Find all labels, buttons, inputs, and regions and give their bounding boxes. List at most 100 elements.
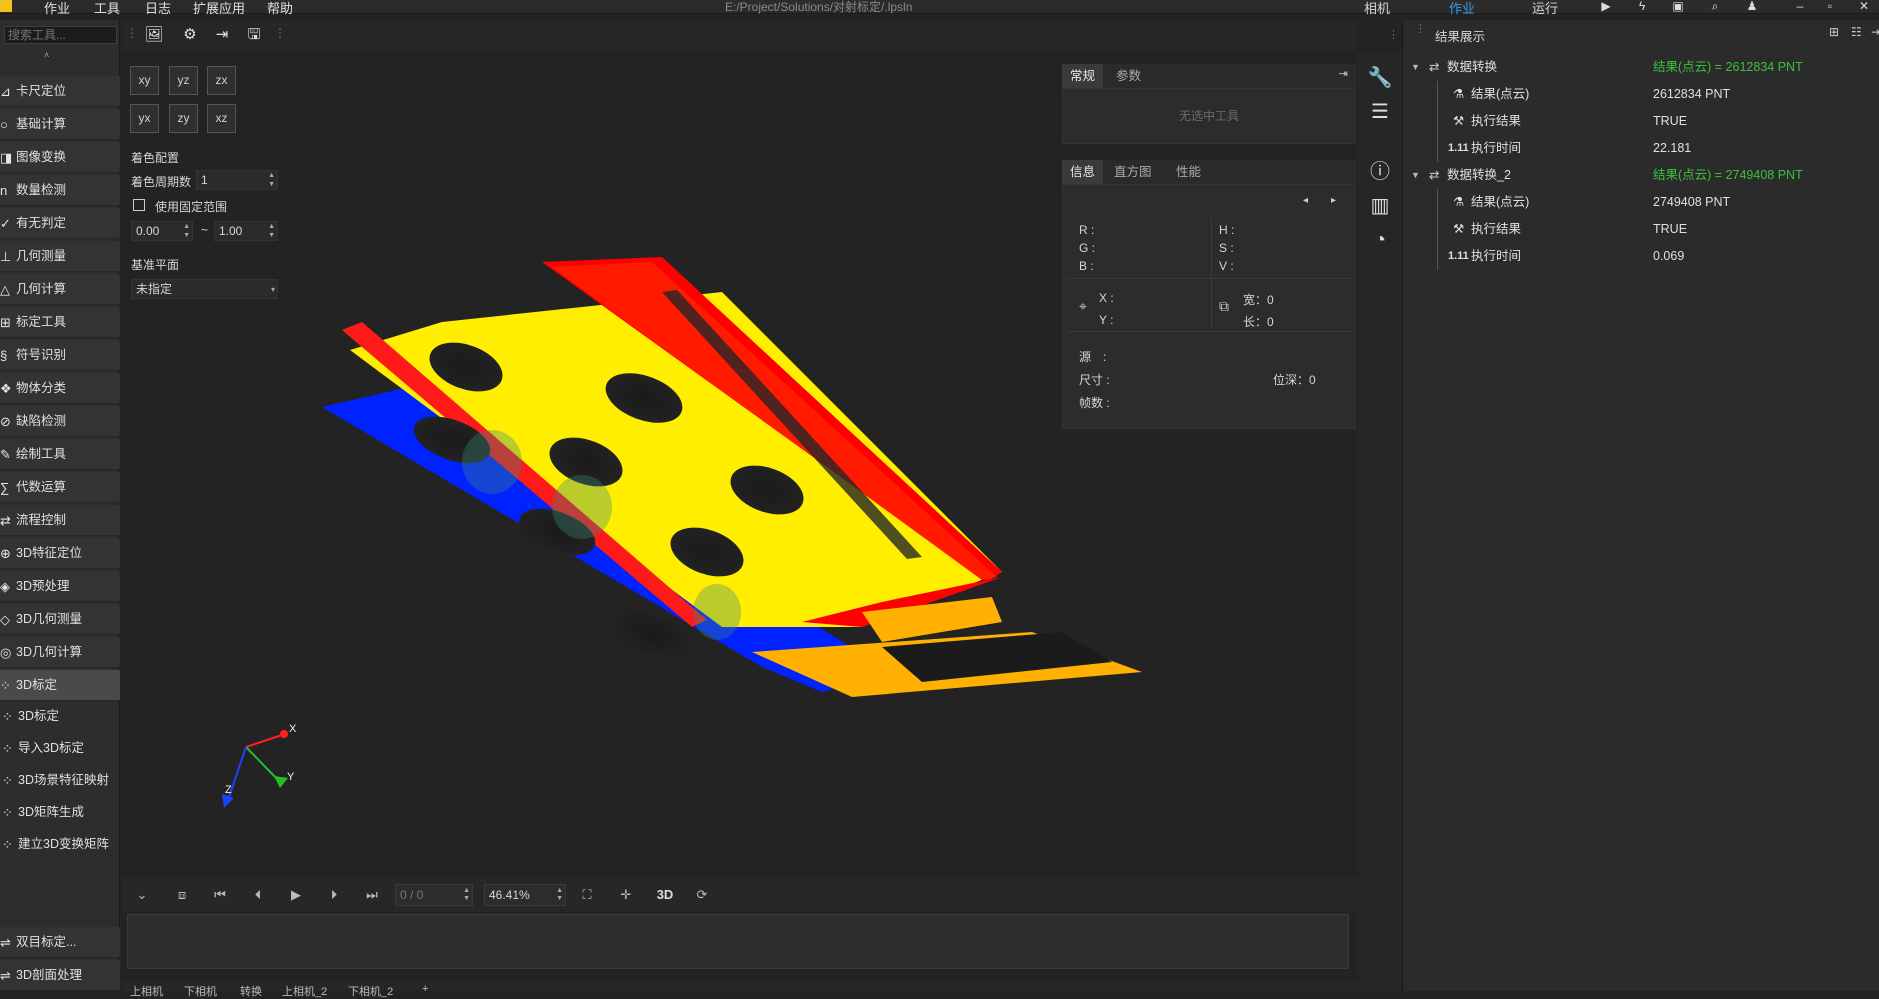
tool-item[interactable]: ⁘ 建立3D变换矩阵 xyxy=(0,829,120,860)
tab-run[interactable]: 运行 xyxy=(1532,0,1558,17)
pin-icon[interactable]: ⇥ xyxy=(1339,67,1348,80)
tool-category[interactable]: § 符号识别 xyxy=(0,340,120,371)
spinner-arrows-icon[interactable]: ▲ ▼ xyxy=(183,222,190,240)
tool-search-input[interactable] xyxy=(4,26,117,44)
tool-category[interactable]: ∑ 代数运算 xyxy=(0,472,120,503)
tool-category[interactable]: ○ 基础计算 xyxy=(0,109,120,140)
tool-item[interactable]: ⁘ 3D标定 xyxy=(0,701,120,732)
lightning-icon[interactable]: ϟ xyxy=(1634,0,1650,13)
refresh-icon[interactable]: ⟳ xyxy=(692,886,712,904)
tool-item[interactable]: ⁘ 3D场景特征映射 xyxy=(0,765,120,796)
view-zy-button[interactable]: zy xyxy=(169,104,198,133)
tool-category[interactable]: ⊕ 3D特征定位 xyxy=(0,538,120,569)
tool-category[interactable]: ⊞ 标定工具 xyxy=(0,307,120,338)
tool-category[interactable]: ⇌ 双目标定... xyxy=(0,927,120,958)
center-icon[interactable]: ✛ xyxy=(616,886,636,904)
result-group-row[interactable]: ▼ ⇄ 数据转换 结果(点云) = 2612834 PNT xyxy=(1403,54,1879,81)
folder-icon[interactable]: ⊞ xyxy=(1829,25,1839,39)
prev-frame-icon[interactable]: ⏴ xyxy=(248,886,268,904)
chevron-down-icon[interactable]: ▼ xyxy=(1411,54,1420,81)
view-yx-button[interactable]: yx xyxy=(130,104,159,133)
collapse-icon[interactable]: ⌄ xyxy=(132,886,152,904)
menu-help[interactable]: 帮助 xyxy=(267,0,293,17)
result-row[interactable]: 1.11 执行时间 22.181 xyxy=(1403,135,1879,162)
gauge-icon[interactable]: ◔ xyxy=(1366,226,1394,254)
chevron-down-icon[interactable]: ▾ xyxy=(271,285,275,294)
zoom-input[interactable]: 46.41% ▲ ▼ xyxy=(484,884,566,906)
next-icon[interactable]: ▸ xyxy=(1331,195,1336,206)
user-icon[interactable]: ♟ xyxy=(1744,0,1760,13)
tool-category[interactable]: ◨ 图像变换 xyxy=(0,142,120,173)
tool-category[interactable]: ◇ 3D几何测量 xyxy=(0,604,120,635)
range-max-spinner[interactable]: 1.00 ▲ ▼ xyxy=(214,221,278,241)
spinner-arrows-icon[interactable]: ▲ ▼ xyxy=(268,171,275,189)
histogram-icon[interactable]: ▥ xyxy=(1366,192,1394,220)
tool-category[interactable]: ❖ 物体分类 xyxy=(0,373,120,404)
tool-item[interactable]: ⁘ 3D矩阵生成 xyxy=(0,797,120,828)
tab-add[interactable]: + xyxy=(422,983,428,995)
spinner-arrows-icon[interactable]: ▲ ▼ xyxy=(556,887,563,903)
result-row[interactable]: ⚒ 执行结果 TRUE xyxy=(1403,216,1879,243)
tool-category[interactable]: ⊘ 缺陷检测 xyxy=(0,406,120,437)
gear-icon[interactable]: ⚙ xyxy=(178,24,202,46)
fixed-range-checkbox[interactable] xyxy=(133,199,145,211)
result-row[interactable]: ⚗ 结果(点云) 2749408 PNT xyxy=(1403,189,1879,216)
images-icon[interactable]: ⧈ xyxy=(172,886,192,904)
tab-params[interactable]: 参数 xyxy=(1108,64,1149,88)
pin-icon[interactable]: ⇥ xyxy=(1871,25,1879,39)
tool-category[interactable]: n 数量检测 xyxy=(0,175,120,206)
chevron-down-icon[interactable]: ▼ xyxy=(1411,162,1420,189)
tab-transform[interactable]: 转换 xyxy=(240,983,262,999)
tab-lower-camera-2[interactable]: 下相机_2 xyxy=(348,983,393,999)
menu-tools[interactable]: 工具 xyxy=(94,0,120,17)
next-frame-icon[interactable]: ⏵ xyxy=(324,886,344,904)
range-min-spinner[interactable]: 0.00 ▲ ▼ xyxy=(131,221,193,241)
tool-category[interactable]: ✓ 有无判定 xyxy=(0,208,120,239)
save-view-icon[interactable]: 🖫 xyxy=(242,24,266,46)
tool-category[interactable]: ⇌ 3D剖面处理 xyxy=(0,960,120,991)
tool-category[interactable]: ◎ 3D几何计算 xyxy=(0,637,120,668)
menu-log[interactable]: 日志 xyxy=(145,0,171,17)
prev-icon[interactable]: ◂ xyxy=(1303,195,1308,206)
tool-category[interactable]: ⇄ 流程控制 xyxy=(0,505,120,536)
result-group-row[interactable]: ▼ ⇄ 数据转换_2 结果(点云) = 2749408 PNT xyxy=(1403,162,1879,189)
maximize-icon[interactable]: ▫ xyxy=(1822,0,1838,13)
result-row[interactable]: 1.11 执行时间 0.069 xyxy=(1403,243,1879,270)
tab-upper-camera-2[interactable]: 上相机_2 xyxy=(282,983,327,999)
tool-category[interactable]: ⁘ 3D标定 xyxy=(0,670,120,701)
tab-info[interactable]: 信息 xyxy=(1062,160,1104,184)
tab-histogram[interactable]: 直方图 xyxy=(1106,160,1160,184)
tab-job[interactable]: 作业 xyxy=(1449,0,1475,17)
tool-category[interactable]: ◈ 3D预处理 xyxy=(0,571,120,602)
spinner-arrows-icon[interactable]: ▲ ▼ xyxy=(268,222,275,240)
tool-category[interactable]: ✎ 绘制工具 xyxy=(0,439,120,470)
menu-job[interactable]: 作业 xyxy=(44,0,70,17)
search-icon[interactable]: ⌕ xyxy=(1707,0,1723,13)
first-frame-icon[interactable]: ⏮ xyxy=(210,886,230,904)
tool-category[interactable]: ⊥ 几何测量 xyxy=(0,241,120,272)
tool-category[interactable]: ⊿ 卡尺定位 xyxy=(0,76,120,107)
tab-general[interactable]: 常规 xyxy=(1062,64,1104,88)
menu-extensions[interactable]: 扩展应用 xyxy=(193,0,245,17)
tool-item[interactable]: ⁘ 导入3D标定 xyxy=(0,733,120,764)
list-icon[interactable]: ☷ xyxy=(1851,25,1862,39)
spinner-arrows-icon[interactable]: ▲ ▼ xyxy=(463,887,470,903)
base-plane-select[interactable]: 未指定 ▾ xyxy=(131,279,278,299)
play-icon[interactable]: ▶ xyxy=(1598,0,1614,13)
info-icon[interactable]: ⓘ xyxy=(1366,158,1394,186)
close-icon[interactable]: ✕ xyxy=(1856,0,1872,13)
play-icon[interactable]: ▶ xyxy=(286,886,306,904)
wrench-icon[interactable]: 🔧 xyxy=(1366,64,1394,92)
image-icon[interactable]: 🖼 xyxy=(142,24,166,46)
tab-upper-camera[interactable]: 上相机 xyxy=(130,983,163,999)
last-frame-icon[interactable]: ⏭ xyxy=(362,886,382,904)
sliders-icon[interactable]: ☰ xyxy=(1366,98,1394,126)
fullscreen-icon[interactable]: ⛶ xyxy=(577,886,597,904)
3d-mode-button[interactable]: 3D xyxy=(650,886,680,904)
color-period-spinner[interactable]: 1 ▲ ▼ xyxy=(196,170,278,190)
export-icon[interactable]: ⇥ xyxy=(210,24,234,46)
result-row[interactable]: ⚒ 执行结果 TRUE xyxy=(1403,108,1879,135)
view-yz-button[interactable]: yz xyxy=(169,66,198,95)
tab-performance[interactable]: 性能 xyxy=(1168,160,1209,184)
minimize-icon[interactable]: – xyxy=(1792,0,1808,13)
